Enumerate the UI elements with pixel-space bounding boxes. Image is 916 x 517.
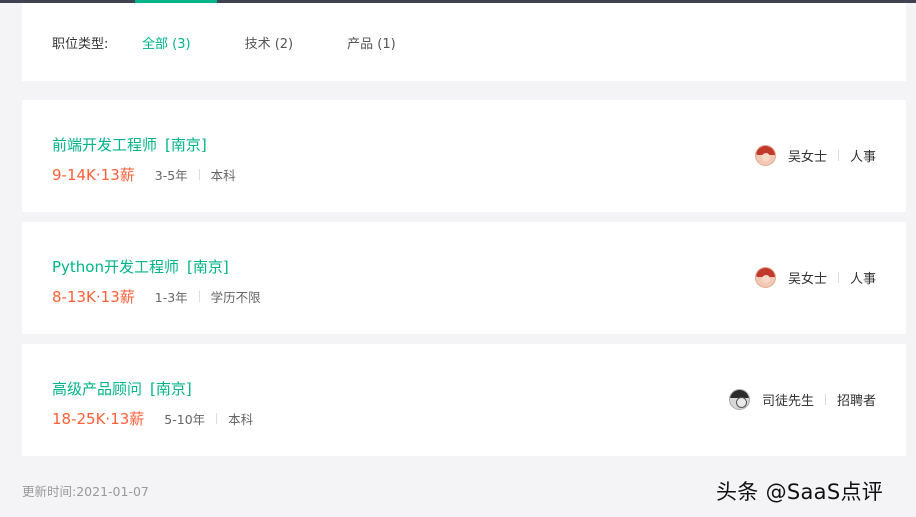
filter-option-all[interactable]: 全部 (3) [142,33,191,52]
divider [824,394,826,405]
female-avatar-icon [754,145,776,166]
job-city: [南京] [187,258,229,276]
job-meta: 18-25K·13薪 5-10年 本科 [52,408,253,429]
job-city: [南京] [165,136,207,154]
job-experience: 5-10年 [164,412,206,427]
recruiter-name: 司徒先生 [761,394,814,409]
job-title-link[interactable]: 高级产品顾问 [南京] [52,378,192,399]
job-salary: 8-13K·13薪 [52,288,135,306]
recruiter-info[interactable]: 司徒先生 招聘者 [728,389,876,410]
job-education: 本科 [210,168,236,183]
male-avatar-icon [728,389,750,410]
job-city: [南京] [150,380,192,398]
recruiter-role: 人事 [849,272,876,287]
job-meta: 9-14K·13薪 3-5年 本科 [52,164,236,185]
job-card[interactable]: 前端开发工程师 [南京] 9-14K·13薪 3-5年 本科 吴女士 人事 [22,100,906,212]
job-education: 学历不限 [210,290,261,305]
job-experience: 1-3年 [154,290,188,305]
divider [216,413,218,424]
recruiter-name: 吴女士 [787,272,827,287]
update-time: 更新时间:2021-01-07 [22,484,149,499]
recruiter-name: 吴女士 [787,150,827,165]
job-title: 高级产品顾问 [52,380,143,398]
job-salary: 9-14K·13薪 [52,166,135,184]
job-card[interactable]: Python开发工程师 [南京] 8-13K·13薪 1-3年 学历不限 吴女士 … [22,222,906,334]
female-avatar-icon [754,267,776,288]
divider [837,272,839,283]
watermark: 头条 @SaaS点评 [716,480,884,504]
job-meta: 8-13K·13薪 1-3年 学历不限 [52,286,261,307]
job-salary: 18-25K·13薪 [52,410,145,428]
job-title-link[interactable]: Python开发工程师 [南京] [52,256,229,277]
job-experience: 3-5年 [154,168,188,183]
job-title: 前端开发工程师 [52,136,158,154]
job-title: Python开发工程师 [52,258,179,276]
filter-option-tech[interactable]: 技术 (2) [245,33,294,52]
filter-label: 职位类型: [52,36,109,52]
divider [198,169,200,180]
recruiter-role: 招聘者 [836,394,876,409]
recruiter-role: 人事 [849,150,876,165]
job-title-link[interactable]: 前端开发工程师 [南京] [52,134,207,155]
job-card[interactable]: 高级产品顾问 [南京] 18-25K·13薪 5-10年 本科 司徒先生 招聘者 [22,344,906,456]
recruiter-info[interactable]: 吴女士 人事 [754,267,876,288]
divider [198,291,200,302]
job-education: 本科 [228,412,254,427]
divider [837,150,839,161]
recruiter-info[interactable]: 吴女士 人事 [754,145,876,166]
filter-option-product[interactable]: 产品 (1) [347,33,396,52]
job-type-filter: 职位类型: 全部 (3) 技术 (2) 产品 (1) [22,3,906,81]
